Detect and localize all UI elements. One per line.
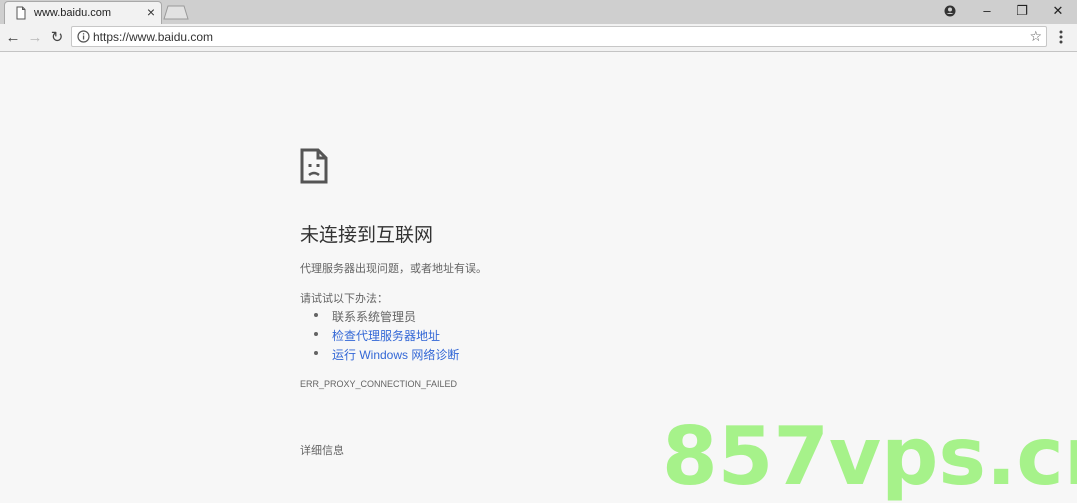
sad-page-icon — [300, 148, 328, 184]
browser-tab[interactable]: www.baidu.com × — [4, 1, 162, 24]
bullet-icon — [314, 351, 318, 355]
suggestion-text[interactable]: 检查代理服务器地址 — [332, 327, 440, 344]
page-icon — [16, 6, 26, 20]
error-heading: 未连接到互联网 — [300, 225, 434, 246]
error-code: ERR_PROXY_CONNECTION_FAILED — [300, 379, 458, 389]
star-icon[interactable]: ☆ — [1029, 28, 1042, 45]
watermark-text: 857vps.cn — [662, 410, 1077, 503]
tab-strip: www.baidu.com × – ❐ ✕ — [0, 0, 1077, 24]
minimize-button[interactable]: – — [970, 0, 1004, 24]
suggestion-text[interactable]: 运行 Windows 网络诊断 — [332, 346, 459, 363]
restore-button[interactable]: ❐ — [1005, 0, 1039, 24]
details-button[interactable]: 详细信息 — [300, 442, 344, 458]
new-tab-button[interactable] — [163, 5, 189, 20]
suggestions-label: 请试试以下办法： — [300, 293, 388, 305]
tab-close-icon[interactable]: × — [144, 4, 158, 20]
url-text[interactable]: https://www.baidu.com — [93, 30, 213, 44]
bullet-icon — [314, 313, 318, 317]
close-window-button[interactable]: ✕ — [1041, 0, 1075, 24]
bullet-icon — [314, 332, 318, 336]
forward-button[interactable]: → — [25, 28, 45, 48]
browser-toolbar: ← → ↻ https://www.baidu.com ☆ — [0, 24, 1077, 52]
user-icon[interactable] — [933, 0, 967, 24]
kebab-menu-icon[interactable] — [1055, 27, 1067, 47]
back-button[interactable]: ← — [3, 28, 23, 48]
address-bar[interactable]: https://www.baidu.com ☆ — [71, 26, 1047, 47]
reload-button[interactable]: ↻ — [47, 28, 67, 48]
info-icon[interactable] — [77, 30, 90, 43]
error-description: 代理服务器出现问题，或者地址有误。 — [300, 263, 487, 275]
tab-title: www.baidu.com — [34, 7, 112, 19]
suggestion-text: 联系系统管理员 — [332, 310, 417, 324]
